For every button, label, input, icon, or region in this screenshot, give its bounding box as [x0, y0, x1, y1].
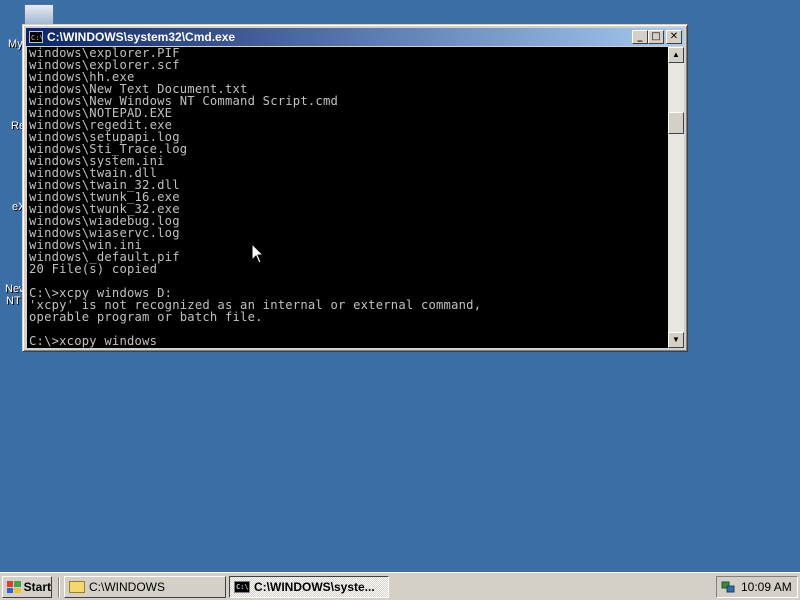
network-icon[interactable] — [721, 580, 735, 594]
clock[interactable]: 10:09 AM — [741, 580, 792, 594]
folder-icon — [69, 581, 85, 593]
taskbar-item-label: C:\WINDOWS — [89, 580, 165, 594]
title-bar[interactable]: C:\ C:\WINDOWS\system32\Cmd.exe _ □ ✕ — [26, 28, 684, 46]
mouse-cursor-icon — [251, 243, 265, 264]
start-label: Start — [23, 580, 51, 594]
scroll-up-button[interactable]: ▲ — [668, 47, 684, 63]
desktop-icon-label: NT — [6, 295, 21, 307]
taskbar-item-label: C:\WINDOWS\syste... — [254, 580, 375, 594]
maximize-button[interactable]: □ — [648, 30, 664, 44]
cmd-window[interactable]: C:\ C:\WINDOWS\system32\Cmd.exe _ □ ✕ wi… — [22, 24, 688, 352]
console-text: windows\explorer.PIF windows\explorer.scf… — [29, 47, 481, 347]
taskbar-item-windows-folder[interactable]: C:\WINDOWS — [64, 576, 226, 598]
window-title: C:\WINDOWS\system32\Cmd.exe — [47, 30, 236, 44]
minimize-button[interactable]: _ — [632, 30, 648, 44]
desktop-icon-label: My — [8, 38, 23, 50]
system-tray: 10:09 AM — [716, 576, 798, 598]
start-button[interactable]: Start — [2, 576, 52, 598]
scroll-thumb[interactable] — [668, 112, 684, 134]
console-line: C:\>xcopy windows — [29, 334, 158, 348]
vertical-scrollbar[interactable]: ▲ ▼ — [668, 47, 684, 348]
my-computer-icon — [24, 4, 54, 26]
taskbar: Start C:\WINDOWS C:\ C:\WINDOWS\syste...… — [0, 572, 800, 600]
cmd-icon[interactable]: C:\ — [29, 31, 44, 43]
scroll-down-button[interactable]: ▼ — [668, 332, 684, 348]
taskbar-item-cmd[interactable]: C:\ C:\WINDOWS\syste... — [229, 576, 389, 598]
cmd-icon: C:\ — [234, 581, 250, 593]
taskbar-separator — [58, 577, 60, 597]
windows-logo-icon — [7, 581, 21, 593]
console-output[interactable]: windows\explorer.PIF windows\explorer.scf… — [27, 47, 668, 348]
title-buttons: _ □ ✕ — [632, 30, 682, 44]
console-line: operable program or batch file. — [29, 310, 263, 324]
close-button[interactable]: ✕ — [666, 30, 682, 44]
